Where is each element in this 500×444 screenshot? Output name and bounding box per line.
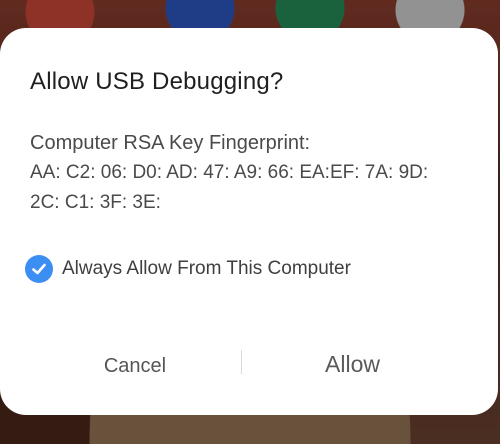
usb-debugging-dialog: Allow USB Debugging? Computer RSA Key Fi…: [0, 28, 498, 415]
allow-button[interactable]: Allow: [280, 350, 425, 378]
fingerprint-line-1: AA: C2: 06: D0: AD: 47: A9: 66: EA:EF: 7…: [30, 162, 429, 183]
fingerprint-heading: Computer RSA Key Fingerprint:: [30, 132, 311, 154]
fingerprint-line-2: 2C: C1: 3F: 3E:: [30, 192, 161, 213]
dialog-actions: Cancel Allow: [0, 350, 498, 378]
dialog-title: Allow USB Debugging?: [30, 68, 284, 95]
always-allow-checkbox[interactable]: [25, 255, 53, 283]
checkmark-icon: [32, 263, 46, 275]
button-divider: [241, 350, 242, 374]
cancel-button[interactable]: Cancel: [60, 352, 210, 380]
always-allow-label: Always Allow From This Computer: [62, 258, 351, 279]
always-allow-option[interactable]: Always Allow From This Computer: [25, 255, 351, 283]
fingerprint-block: Computer RSA Key Fingerprint: AA: C2: 06…: [30, 128, 470, 218]
